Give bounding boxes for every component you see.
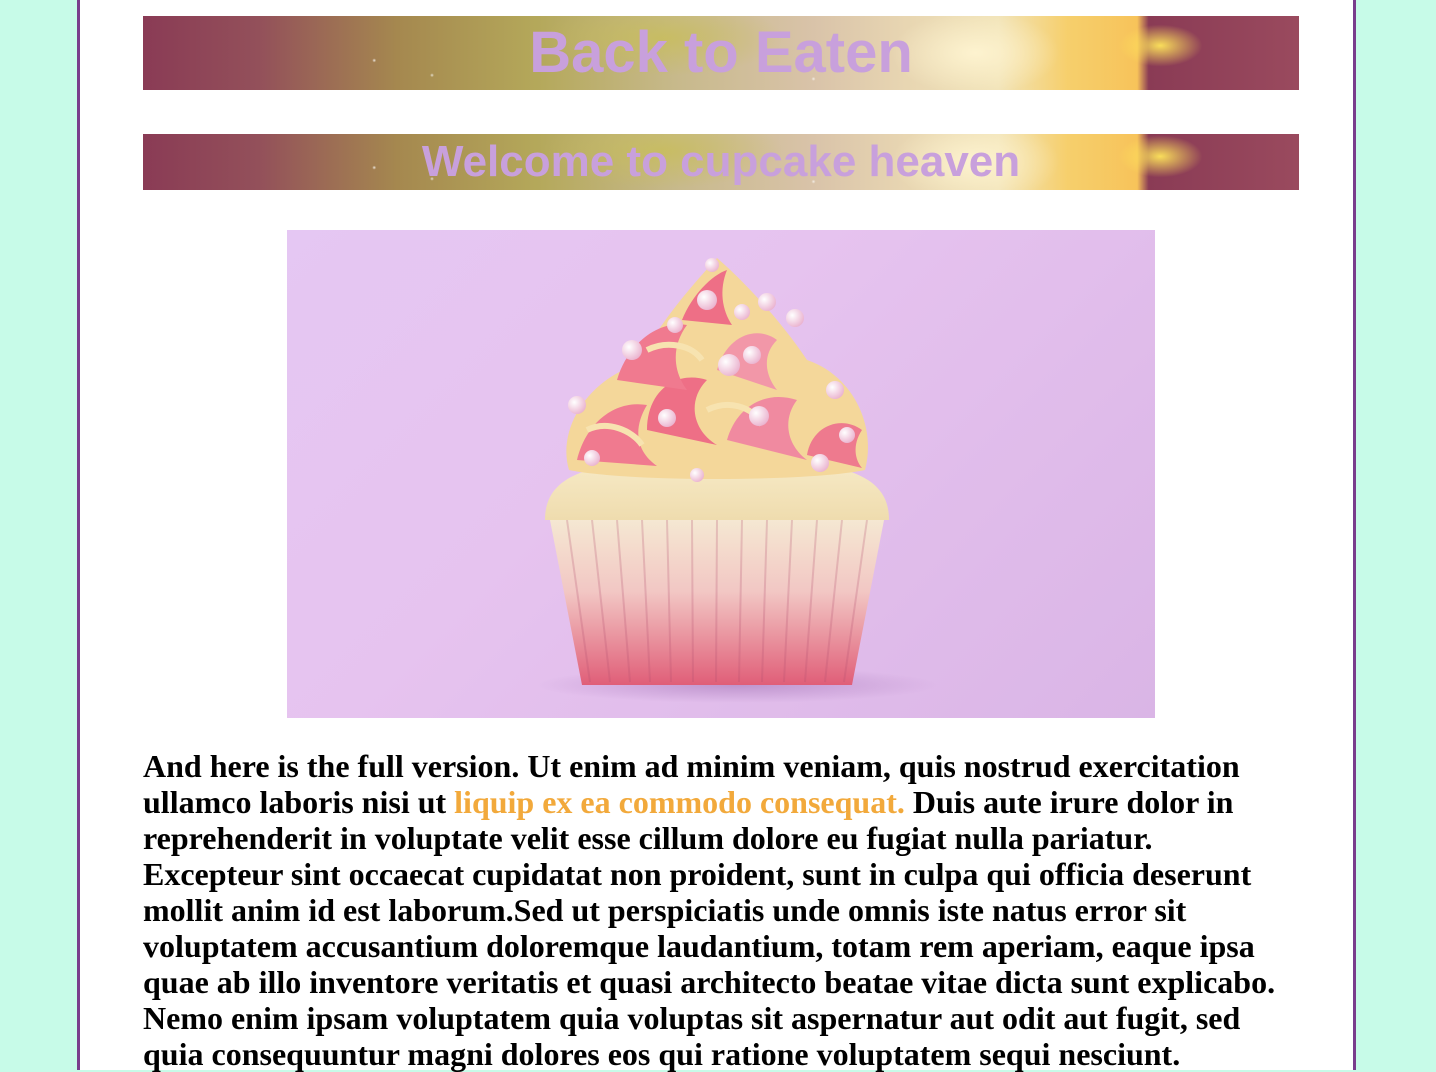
page-subtitle: Welcome to cupcake heaven — [421, 137, 1021, 186]
commodo-link[interactable]: liquip ex ea commodo consequat. — [454, 784, 905, 820]
title-banner: Back to Eaten — [143, 16, 1299, 90]
article-paragraph: And here is the full version. Ut enim ad… — [143, 748, 1293, 1072]
paragraph-text-end: Duis aute irure dolor in reprehenderit i… — [143, 784, 1276, 1072]
subtitle-banner: Welcome to cupcake heaven — [143, 134, 1299, 190]
page-title: Back to Eaten — [529, 20, 913, 85]
cupcake-image — [287, 230, 1155, 718]
page-container: Back to Eaten Welcome to cupcake heaven — [77, 0, 1356, 1072]
cupcake-illustration — [537, 258, 937, 703]
